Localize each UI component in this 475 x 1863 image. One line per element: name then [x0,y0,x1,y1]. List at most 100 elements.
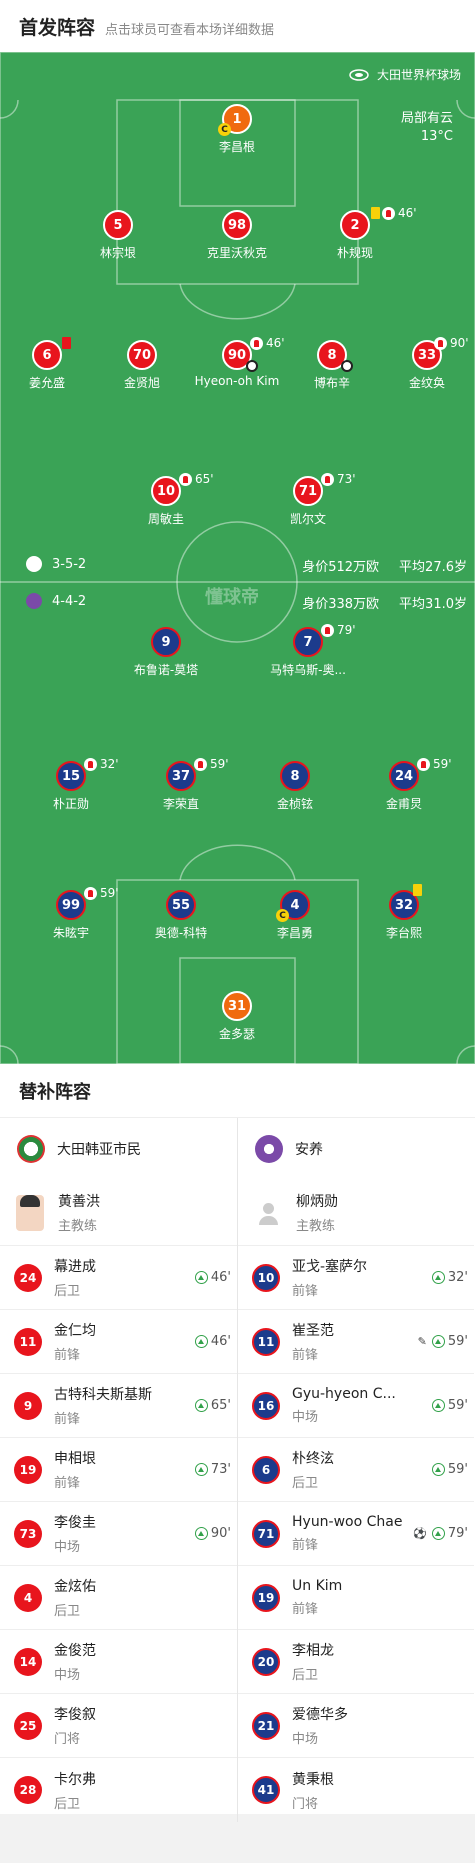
sub-number: 16 [252,1391,280,1420]
assist-icon: ✎ [417,1335,427,1348]
sub-position: 中场 [54,1540,81,1555]
home-player[interactable]: 71 73' 凯尔文 [253,472,363,527]
sub-player-row[interactable]: 11 崔圣范 前锋 ✎ 59' [238,1310,474,1374]
away-player[interactable]: 55 奥德-科特 [126,890,236,941]
away-coach[interactable]: 柳炳勋 主教练 [238,1180,474,1246]
sub-player-row[interactable]: 19 Un Kim 前锋 [238,1566,474,1630]
sub-player-row[interactable]: 73 李俊圭 中场 90' [0,1502,237,1566]
goal-ball-icon [341,360,353,372]
sub-player-row[interactable]: 20 李相龙 后卫 [238,1630,474,1694]
sub-player-row[interactable]: 11 金仁均 前锋 46' [0,1310,237,1374]
home-player[interactable]: 33 90' 金纹奂 [372,336,475,391]
sub-player-row[interactable]: 16 Gyu-hyeon C... 中场 59' [238,1374,474,1438]
sub-name: 幕进成 [54,1259,96,1275]
sub-player-row[interactable]: 6 朴终泫 后卫 59' [238,1438,474,1502]
player-number-badge: 24 [389,761,419,791]
away-player[interactable]: 4C 李昌勇 [240,890,350,941]
sub-number: 41 [252,1776,280,1804]
player-number-badge: 98 [222,210,252,240]
home-player[interactable]: 10 65' 周敏圭 [111,472,221,527]
sub-number: 28 [14,1776,42,1804]
sub-player-row[interactable]: 10 亚戈-塞萨尔 前锋 32' [238,1246,474,1310]
home-team-value: 身价512万欧 [302,560,380,575]
home-coach[interactable]: 黄善洪 主教练 [0,1180,237,1246]
sub-out-icon [417,757,430,771]
player-number-badge: 2 [340,210,370,240]
coach-avatar [16,1194,44,1231]
sub-in-icon [194,1271,208,1284]
player-name: 布鲁诺-莫塔 [133,663,199,677]
sub-player-row[interactable]: 71 Hyun-woo Chae 前锋 ⚽ 79' [238,1502,474,1566]
sub-player-row[interactable]: 28 卡尔弗 后卫 [0,1758,237,1822]
sub-name: 朴终泫 [292,1451,334,1467]
sub-out-info: 59' [194,757,229,771]
sub-number: 4 [14,1583,42,1612]
sub-in-info: 73' [194,1462,231,1477]
sub-player-row[interactable]: 19 申相垠 前锋 73' [0,1438,237,1502]
lineup-title: 首发阵容 [19,16,96,39]
home-player-gk[interactable]: 1C 李昌根 [182,104,292,155]
coach-name: 黄善洪 [58,1194,100,1210]
away-subs-column: 安养 柳炳勋 主教练 10 亚戈-塞萨尔 前锋 32' 11 崔圣范 前锋 ✎ 59' [237,1118,474,1822]
home-team-row[interactable]: 大田韩亚市民 [0,1118,237,1180]
home-player[interactable]: 90 46' Hyeon-oh Kim [182,336,292,388]
home-player[interactable]: 8 博布辛 [277,340,387,391]
sub-number: 11 [14,1327,42,1356]
away-formation: 4-4-2 [26,593,86,609]
sub-position: 后卫 [54,1284,81,1299]
player-number-badge: 1C [218,104,252,136]
home-player[interactable]: 5 林宗垠 [63,210,173,261]
player-name: 金纹奂 [408,376,445,390]
player-name: 奥德-科特 [154,926,208,940]
player-name: 李昌根 [218,140,255,154]
pitch: 大田世界杯球场 局部有云 13°C 懂球帝 1C 李昌根 5 林宗垠 98 克里… [0,52,475,1064]
sub-player-row[interactable]: 25 李俊叙 门将 [0,1694,237,1758]
player-name: 凯尔文 [289,512,326,526]
sub-name: 金炫佑 [54,1579,96,1595]
away-player[interactable]: 99 59' 朱眩宇 [16,886,126,941]
sub-in-icon [194,1463,208,1476]
sub-player-row[interactable]: 9 古特科夫斯基斯 前锋 65' [0,1374,237,1438]
sub-player-row[interactable]: 14 金俊范 中场 [0,1630,237,1694]
away-player[interactable]: 9 布鲁诺-莫塔 [111,627,221,678]
away-player[interactable]: 37 59' 李荣直 [126,757,236,812]
sub-out-info: 79' [321,623,356,637]
sub-player-row[interactable]: 41 黄秉根 门将 [238,1758,474,1822]
player-number-badge: 8 [280,761,310,791]
sub-number: 71 [252,1519,280,1548]
away-team-logo-icon [26,593,42,609]
away-player[interactable]: 32 李台熙 [349,884,459,941]
sub-position: 前锋 [54,1348,81,1363]
home-player[interactable]: 2 46' 朴规现 [300,206,417,261]
sub-out-icon [382,206,395,220]
away-player[interactable]: 8 金桢铉 [240,761,350,812]
player-name: 金多瑟 [218,1027,255,1041]
away-player[interactable]: 24 59' 金甫炅 [349,757,459,812]
sub-player-row[interactable]: 4 金炫佑 后卫 [0,1566,237,1630]
sub-out-info: 59' [84,886,119,900]
sub-in-icon [194,1399,208,1412]
home-team-age: 平均27.6岁 [399,560,467,575]
sub-player-row[interactable]: 21 爱德华多 中场 [238,1694,474,1758]
sub-name: 金俊范 [54,1643,96,1659]
sub-name: 李俊叙 [54,1707,96,1723]
player-name: 朴正勋 [52,797,89,811]
sub-in-icon [431,1271,445,1284]
coach-role: 主教练 [296,1219,336,1234]
home-player[interactable]: 70 金贤旭 [87,340,197,391]
player-number-badge: 37 [166,761,196,791]
home-player[interactable]: 98 克里沃秋克 [182,210,292,261]
sub-out-icon [84,757,97,771]
away-player[interactable]: 7 79' 马特乌斯-奥... [253,623,363,678]
coach-avatar-placeholder-icon [254,1195,282,1231]
away-team-row[interactable]: 安养 [238,1118,474,1180]
home-team-name: 大田韩亚市民 [57,1142,141,1158]
away-player[interactable]: 15 32' 朴正勋 [16,757,126,812]
sub-in-info: 59' [431,1398,468,1413]
sub-player-row[interactable]: 24 幕进成 后卫 46' [0,1246,237,1310]
player-name: 金桢铉 [276,797,313,811]
away-player-gk[interactable]: 31 金多瑟 [182,991,292,1042]
player-number-badge: 70 [127,340,157,370]
player-number-badge: 10 [151,476,181,506]
sub-out-icon [84,886,97,900]
